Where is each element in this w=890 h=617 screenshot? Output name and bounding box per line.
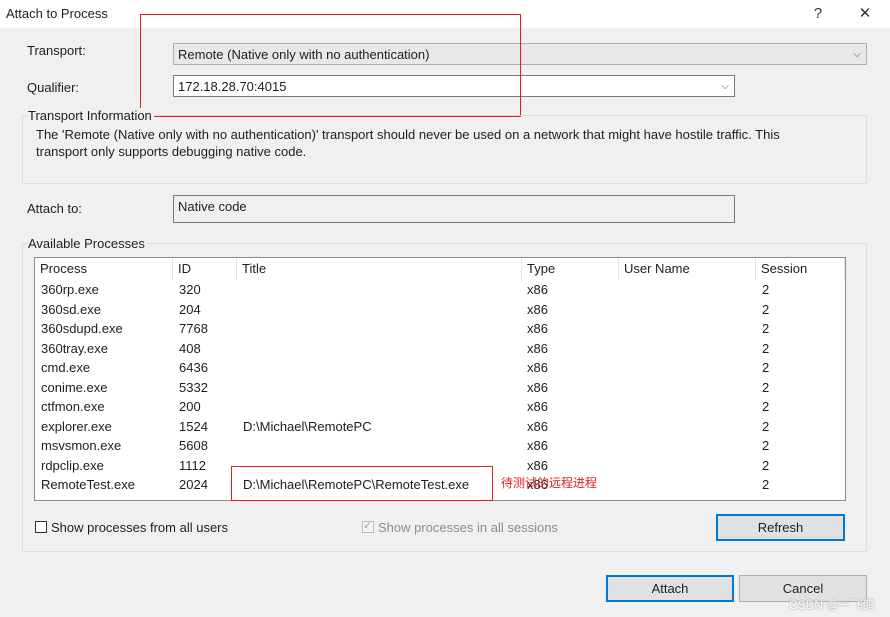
cell-id: 5608 — [179, 438, 208, 453]
table-row[interactable]: 360sd.exe 204 x86 2 — [35, 300, 845, 320]
cell-session: 2 — [762, 321, 770, 336]
watermark: CSDN @一飞鸽 — [789, 598, 875, 612]
cell-id: 2024 — [179, 477, 208, 492]
column-header-process[interactable]: Process — [35, 258, 173, 280]
all-users-label[interactable]: Show processes from all users — [51, 520, 228, 535]
cell-session: 2 — [762, 379, 770, 395]
cell-session: 2 — [762, 360, 770, 375]
cell-session: 2 — [762, 340, 770, 356]
cell-type: x86 — [527, 301, 548, 317]
column-header-title[interactable]: Title — [237, 258, 522, 280]
cell-process: 360sd.exe — [41, 301, 101, 317]
annotation-note: 待测试的远程进程 — [501, 476, 598, 490]
cell-process: RemoteTest.exe — [41, 477, 135, 492]
cell-id: 6436 — [179, 360, 208, 375]
attach-to-field[interactable]: Native code — [173, 195, 735, 223]
cell-session: 2 — [762, 438, 770, 453]
cell-type: x86 — [527, 340, 548, 356]
cell-process: ctfmon.exe — [41, 399, 105, 414]
table-row[interactable]: 360tray.exe 408 x86 2 — [35, 339, 845, 359]
cell-type: x86 — [527, 321, 548, 336]
cell-session: 2 — [762, 477, 770, 492]
cell-process: conime.exe — [41, 379, 108, 395]
all-sessions-checkbox: ✓ — [362, 520, 374, 533]
transport-label: Transport: — [27, 43, 86, 58]
cell-session: 2 — [762, 399, 770, 414]
table-row[interactable]: 360sdupd.exe 7768 x86 2 — [35, 319, 845, 339]
cell-id: 1112 — [179, 457, 206, 473]
cell-session: 2 — [762, 418, 770, 434]
table-row[interactable]: msvsmon.exe 5608 x86 2 — [35, 436, 845, 456]
cell-type: x86 — [527, 399, 548, 414]
window-title: Attach to Process — [6, 6, 108, 21]
all-sessions-label: Show processes in all sessions — [378, 520, 558, 535]
cell-title: D:\Michael\RemotePC — [243, 418, 372, 434]
all-users-checkbox[interactable] — [35, 521, 47, 533]
cell-type: x86 — [527, 438, 548, 453]
table-row[interactable]: conime.exe 5332 x86 2 — [35, 378, 845, 398]
table-row[interactable]: cmd.exe 6436 x86 2 — [35, 358, 845, 378]
transport-info-heading: Transport Information — [28, 108, 154, 123]
column-header-session[interactable]: Session — [756, 258, 845, 280]
cell-process: 360tray.exe — [41, 340, 108, 356]
transport-info-line-1: The 'Remote (Native only with no authent… — [36, 127, 780, 142]
chevron-down-icon: ⌵ — [853, 49, 861, 60]
help-button[interactable]: ? — [804, 2, 832, 26]
cell-type: x86 — [527, 379, 548, 395]
cell-process: 360rp.exe — [41, 282, 99, 297]
attach-to-label: Attach to: — [27, 201, 82, 216]
cell-session: 2 — [762, 457, 770, 473]
cell-process: msvsmon.exe — [41, 438, 122, 453]
attach-to-value: Native code — [178, 199, 247, 214]
cell-process: cmd.exe — [41, 360, 91, 375]
table-row[interactable]: 360rp.exe 320 x86 2 — [35, 280, 845, 300]
chevron-down-icon[interactable]: ⌵ — [721, 81, 729, 92]
column-header-user-name[interactable]: User Name — [619, 258, 756, 280]
cell-id: 200 — [179, 399, 201, 414]
cell-session: 2 — [762, 301, 770, 317]
cell-id: 408 — [179, 340, 201, 356]
column-header-type[interactable]: Type — [522, 258, 619, 280]
cell-session: 2 — [762, 282, 770, 297]
table-row[interactable]: explorer.exe 1524 D:\Michael\RemotePC x86 2 — [35, 417, 845, 437]
cell-type: x86 — [527, 418, 548, 434]
highlight-box-transport — [140, 14, 521, 117]
available-processes-heading: Available Processes — [28, 236, 147, 251]
highlight-box-remotetest — [231, 466, 493, 501]
cell-id: 320 — [179, 282, 201, 297]
close-button[interactable]: ✕ — [851, 2, 879, 26]
cell-type: x86 — [527, 282, 548, 297]
qualifier-label: Qualifier: — [27, 80, 80, 95]
cell-process: rdpclip.exe — [41, 457, 104, 473]
process-list[interactable]: Process ID Title Type User Name Session … — [34, 257, 846, 501]
cell-process: 360sdupd.exe — [41, 321, 123, 336]
attach-button[interactable]: Attach — [606, 575, 734, 602]
checkmark-icon: ✓ — [363, 520, 373, 532]
cell-id: 7768 — [179, 321, 208, 336]
cell-id: 1524 — [179, 418, 208, 434]
table-row[interactable]: ctfmon.exe 200 x86 2 — [35, 397, 845, 417]
cell-id: 5332 — [179, 379, 208, 395]
transport-info-line-2: transport only supports debugging native… — [36, 144, 307, 159]
cell-type: x86 — [527, 457, 548, 473]
cell-id: 204 — [179, 301, 201, 317]
cell-process: explorer.exe — [41, 418, 112, 434]
column-header-id[interactable]: ID — [173, 258, 237, 280]
cell-type: x86 — [527, 360, 548, 375]
refresh-button[interactable]: Refresh — [716, 514, 845, 541]
close-icon: ✕ — [858, 5, 872, 22]
